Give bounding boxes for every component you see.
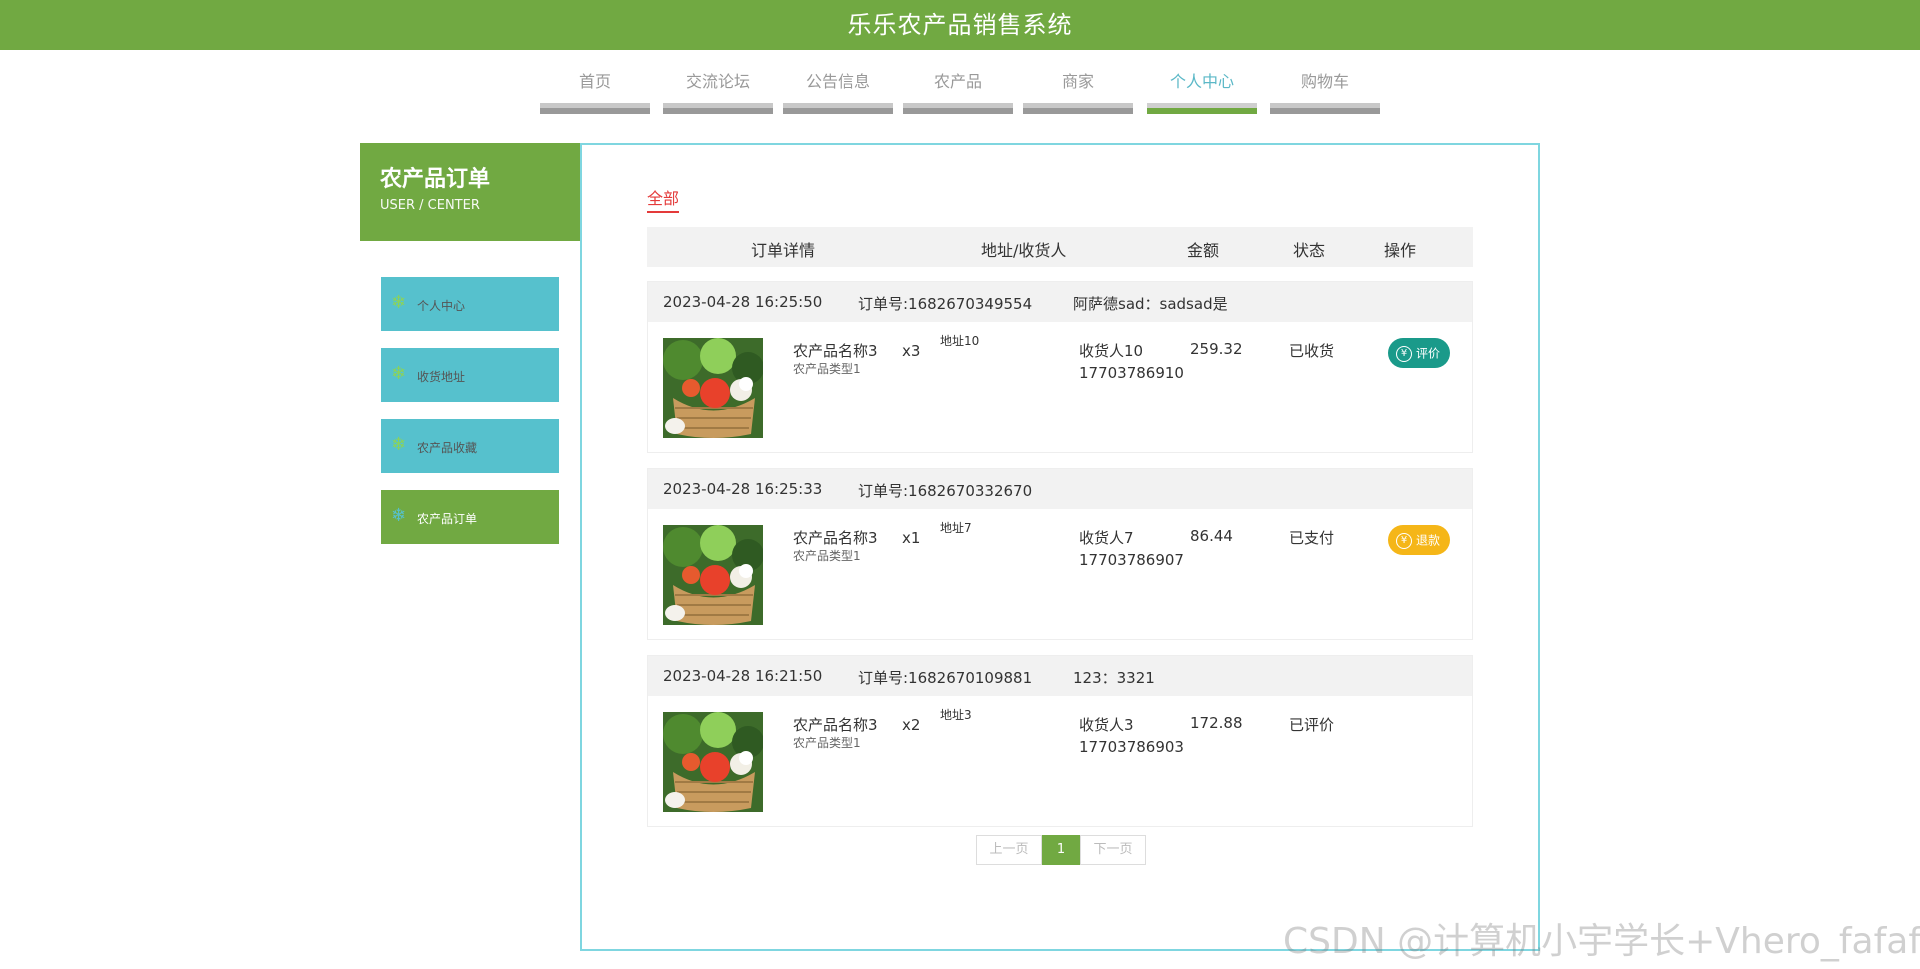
column-header: 订单详情 (751, 241, 816, 260)
quantity: x1 (902, 529, 921, 547)
product-image[interactable] (663, 525, 763, 625)
order-time: 2023-04-28 16:21:50 (663, 667, 823, 685)
tab-label: 交流论坛 (685, 72, 750, 91)
order-amount: 259.32 (1190, 340, 1243, 358)
address: 地址3 (940, 708, 972, 722)
tab-label: 公告信息 (805, 72, 870, 91)
product-image[interactable] (663, 712, 763, 812)
tab-label: 首页 (578, 72, 611, 91)
tab-label: 购物车 (1300, 72, 1349, 91)
orders-panel: 全部 订单详情 地址/收货人 金额 状态 操作 2023-04-28 16:25… (580, 143, 1540, 951)
tab-home[interactable]: 首页 (540, 64, 650, 114)
tab-label: 个人中心 (1169, 72, 1234, 91)
column-header: 状态 (1293, 241, 1326, 260)
order-header: 2023-04-28 16:25:33 订单号:1682670332670 (648, 469, 1472, 509)
order-card: 2023-04-28 16:25:50 订单号:1682670349554 阿萨… (647, 281, 1473, 453)
main-nav: 首页 交流论坛 公告信息 农产品 商家 个人中心 购物车 (0, 64, 1920, 114)
sidebar-title: 农产品订单 (380, 167, 491, 192)
prev-page-button[interactable]: 上一页 (976, 835, 1042, 865)
order-header: 2023-04-28 16:21:50 订单号:1682670109881 12… (648, 656, 1472, 696)
filter-all-tab[interactable]: 全部 (647, 185, 680, 213)
tab-label: 商家 (1061, 72, 1094, 91)
product-name: 农产品名称3 (793, 342, 878, 360)
tab-products[interactable]: 农产品 (903, 64, 1013, 114)
sidebar-item-label: 农产品收藏 (417, 441, 478, 455)
quantity: x3 (902, 342, 921, 360)
tab-announcements[interactable]: 公告信息 (783, 64, 893, 114)
sidebar-item-address[interactable]: ❄ 收货地址 (381, 348, 559, 402)
quantity: x2 (902, 716, 921, 734)
product-type: 农产品类型1 (793, 736, 861, 750)
tab-forum[interactable]: 交流论坛 (663, 64, 773, 114)
order-status: 已收货 (1289, 342, 1335, 360)
order-time: 2023-04-28 16:25:33 (663, 480, 823, 498)
order-amount: 172.88 (1190, 714, 1243, 732)
column-header: 操作 (1384, 241, 1417, 260)
snowflake-icon: ❄ (391, 505, 407, 526)
snowflake-icon: ❄ (391, 363, 407, 384)
product-type: 农产品类型1 (793, 549, 861, 563)
snowflake-icon: ❄ (391, 434, 407, 455)
review-button[interactable]: ¥ 评价 (1388, 338, 1451, 368)
order-number: 订单号:1682670349554 (858, 295, 1033, 313)
tab-personal-center[interactable]: 个人中心 (1147, 64, 1257, 114)
sidebar-item-label: 收货地址 (417, 370, 466, 384)
address: 地址7 (940, 521, 972, 535)
order-amount: 86.44 (1190, 527, 1233, 545)
receiver-phone: 17703786907 (1079, 551, 1184, 569)
receiver-name: 收货人7 (1079, 529, 1134, 547)
sidebar-item-label: 农产品订单 (417, 512, 478, 526)
product-type: 农产品类型1 (793, 362, 861, 376)
receiver-name: 收货人3 (1079, 716, 1134, 734)
product-name: 农产品名称3 (793, 716, 878, 734)
orders-table-header: 订单详情 地址/收货人 金额 状态 操作 (647, 227, 1473, 267)
page-1-button[interactable]: 1 (1042, 835, 1080, 865)
refund-button[interactable]: ¥ 退款 (1388, 525, 1451, 555)
sidebar-header: 农产品订单 USER / CENTER (360, 143, 580, 241)
order-note: 123：3321 (1073, 669, 1155, 687)
yen-icon: ¥ (1396, 532, 1412, 549)
tab-merchants[interactable]: 商家 (1023, 64, 1133, 114)
snowflake-icon: ❄ (391, 292, 407, 313)
order-header: 2023-04-28 16:25:50 订单号:1682670349554 阿萨… (648, 282, 1472, 322)
order-status: 已支付 (1289, 529, 1335, 547)
product-name: 农产品名称3 (793, 529, 878, 547)
address: 地址10 (940, 334, 980, 348)
order-card: 2023-04-28 16:25:33 订单号:1682670332670 农产… (647, 468, 1473, 640)
order-time: 2023-04-28 16:25:50 (663, 293, 823, 311)
order-number: 订单号:1682670332670 (858, 482, 1033, 500)
app-title: 乐乐农产品销售系统 (847, 11, 1073, 39)
yen-icon: ¥ (1396, 345, 1412, 362)
column-header: 金额 (1187, 241, 1220, 260)
sidebar-item-orders[interactable]: ❄ 农产品订单 (381, 490, 559, 544)
product-image[interactable] (663, 338, 763, 438)
next-page-button[interactable]: 下一页 (1080, 835, 1146, 865)
sidebar-subtitle: USER / CENTER (380, 198, 480, 213)
order-note: 阿萨德sad：sadsad是 (1073, 295, 1228, 313)
column-header: 地址/收货人 (981, 241, 1067, 260)
top-banner: 乐乐农产品销售系统 (0, 0, 1920, 50)
sidebar-item-label: 个人中心 (417, 299, 466, 313)
tab-label: 农产品 (933, 72, 982, 91)
receiver-phone: 17703786910 (1079, 364, 1184, 382)
order-number: 订单号:1682670109881 (858, 669, 1033, 687)
tab-cart[interactable]: 购物车 (1270, 64, 1380, 114)
order-card: 2023-04-28 16:21:50 订单号:1682670109881 12… (647, 655, 1473, 827)
receiver-name: 收货人10 (1079, 342, 1144, 360)
sidebar-item-favorites[interactable]: ❄ 农产品收藏 (381, 419, 559, 473)
sidebar-item-personal-center[interactable]: ❄ 个人中心 (381, 277, 559, 331)
order-status: 已评价 (1289, 716, 1335, 734)
receiver-phone: 17703786903 (1079, 738, 1184, 756)
watermark: CSDN @计算机小宇学长+Vhero_fafafa (1283, 921, 1920, 962)
